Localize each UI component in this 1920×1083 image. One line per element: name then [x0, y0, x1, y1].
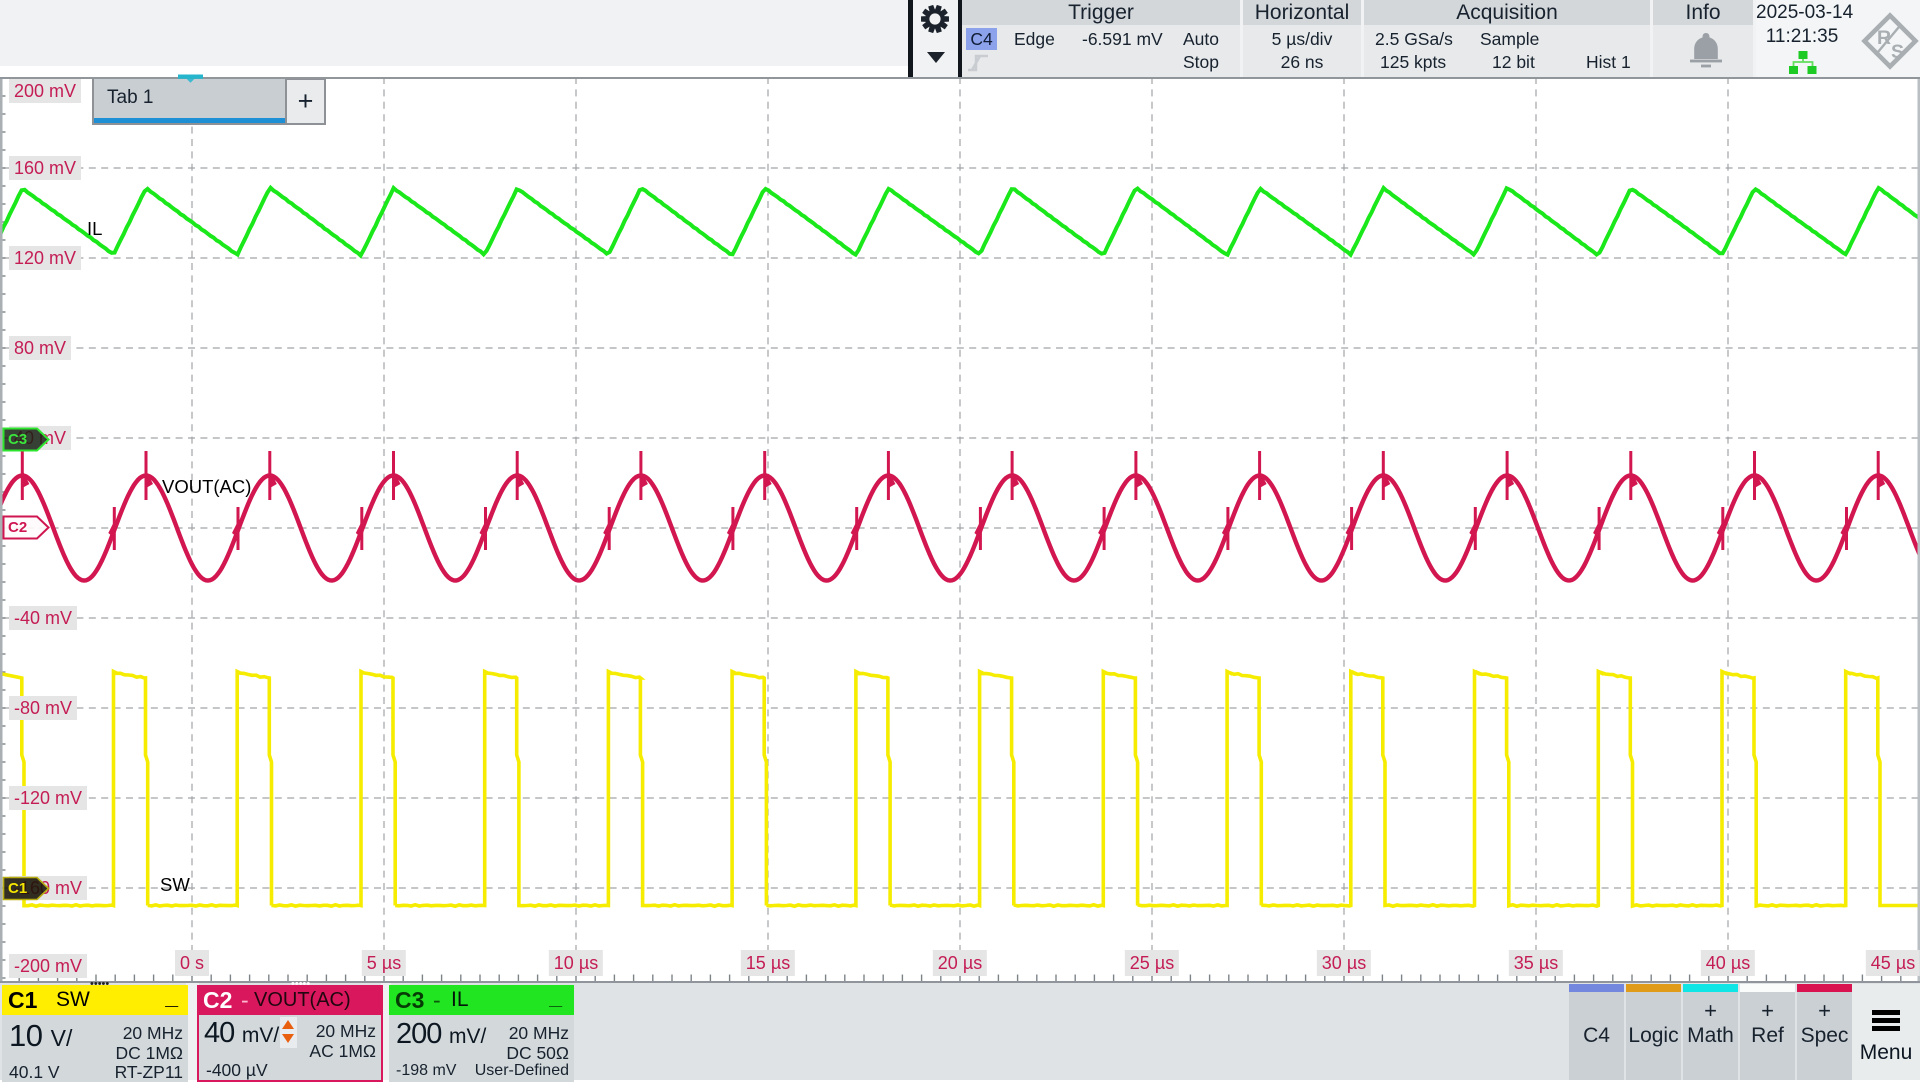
- svg-text:R: R: [1877, 27, 1891, 49]
- svg-text:S: S: [1891, 41, 1904, 63]
